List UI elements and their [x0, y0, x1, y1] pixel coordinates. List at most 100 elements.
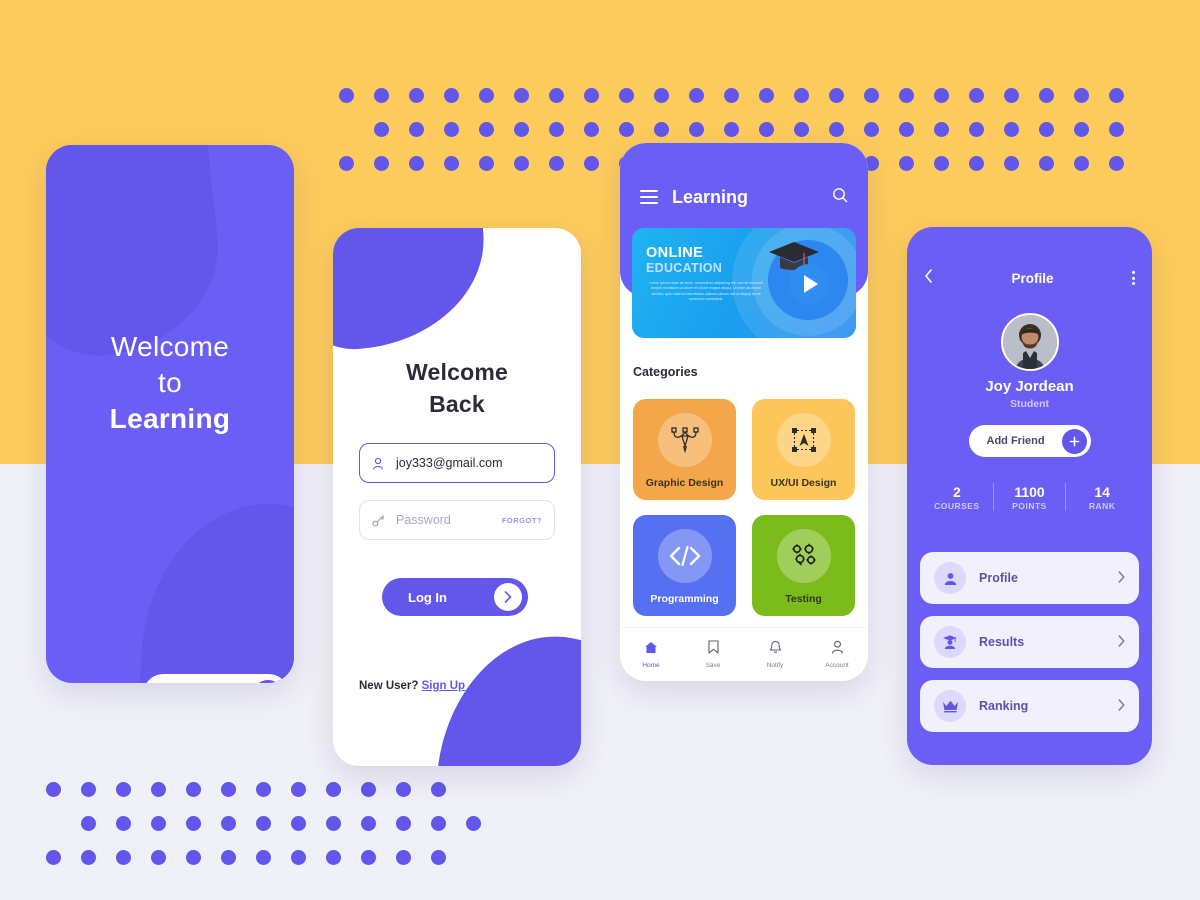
banner-title-line1: ONLINE	[646, 245, 704, 261]
pattern-dot	[934, 88, 949, 103]
menu-label: Ranking	[979, 699, 1029, 713]
pattern-dot	[969, 88, 984, 103]
menu-item-profile[interactable]: Profile	[920, 552, 1139, 604]
pattern-dot	[151, 782, 166, 797]
pattern-dot	[654, 122, 669, 137]
decorative-blob-bottom-right	[430, 625, 581, 766]
profile-stats: 2 COURSES 1100 POINTS 14 RANK	[921, 483, 1138, 511]
decorative-blob-bottom	[135, 495, 294, 683]
password-field[interactable]: Password FORGOT?	[359, 500, 555, 540]
pattern-dot	[361, 850, 376, 865]
category-label: Testing	[785, 593, 822, 605]
pattern-dot	[409, 122, 424, 137]
pattern-dot	[584, 156, 599, 171]
pattern-dot	[396, 816, 411, 831]
pattern-dot	[81, 816, 96, 831]
login-heading: Welcome Back	[333, 356, 581, 420]
code-brackets-icon	[657, 529, 712, 583]
pattern-dot	[794, 122, 809, 137]
online-education-banner[interactable]: ONLINE EDUCATION Lorem ipsum dolor sit a…	[632, 228, 856, 338]
pattern-dot	[396, 850, 411, 865]
pattern-dot	[514, 122, 529, 137]
pattern-dot	[1109, 156, 1124, 171]
nav-item-account[interactable]: Account	[814, 640, 860, 669]
pattern-dot	[689, 88, 704, 103]
pattern-dot	[256, 782, 271, 797]
categories-grid: Graphic Design UX/UI Design Programming …	[633, 399, 855, 616]
login-submit-button[interactable]: Log In	[382, 578, 528, 616]
nav-item-save[interactable]: Save	[690, 640, 736, 669]
category-tile-ux-ui-design[interactable]: UX/UI Design	[752, 399, 855, 500]
screen-profile: Profile Joy Jordean Student Add Friend 2…	[907, 227, 1152, 765]
password-placeholder: Password	[396, 513, 451, 527]
stat-rank: 14 RANK	[1066, 483, 1138, 511]
category-label: UX/UI Design	[770, 477, 837, 489]
pattern-dot	[186, 782, 201, 797]
home-icon	[644, 641, 658, 659]
avatar	[1000, 313, 1059, 371]
plus-icon	[1061, 428, 1087, 454]
pattern-dot	[326, 782, 341, 797]
pattern-dot	[221, 816, 236, 831]
pattern-dot	[291, 850, 306, 865]
welcome-line-1: Welcome	[110, 331, 230, 362]
pattern-dot	[374, 122, 389, 137]
add-friend-label: Add Friend	[986, 435, 1045, 447]
chevron-right-icon	[1118, 570, 1125, 586]
menu-label: Profile	[979, 571, 1018, 585]
pattern-dot	[291, 782, 306, 797]
pattern-dot	[339, 88, 354, 103]
pattern-dot	[619, 122, 634, 137]
category-tile-programming[interactable]: Programming	[633, 515, 736, 616]
add-friend-button[interactable]: Add Friend	[968, 425, 1091, 457]
learning-topbar: Learning	[620, 183, 868, 211]
graduate-icon	[934, 626, 966, 658]
pattern-dot	[969, 122, 984, 137]
pattern-dot	[361, 782, 376, 797]
person-icon	[831, 640, 844, 659]
sign-up-link[interactable]: Sign Up	[422, 680, 465, 692]
chevron-right-icon	[494, 583, 522, 611]
pattern-dot	[479, 156, 494, 171]
pattern-dot	[46, 850, 61, 865]
hamburger-icon[interactable]	[640, 190, 658, 204]
email-field[interactable]: joy333@gmail.com	[359, 443, 555, 483]
pattern-dot	[549, 156, 564, 171]
stat-caption: COURSES	[934, 501, 980, 511]
welcome-login-button[interactable]: Log In	[143, 674, 289, 683]
play-icon[interactable]	[789, 264, 829, 304]
pattern-dot	[1109, 88, 1124, 103]
pattern-dot	[899, 122, 914, 137]
profile-name: Joy Jordean	[985, 378, 1074, 395]
pattern-dot	[549, 122, 564, 137]
email-value: joy333@gmail.com	[396, 456, 503, 470]
banner-title-line2: EDUCATION	[646, 261, 723, 275]
profile-menu-list: Profile Results Ranking	[920, 552, 1139, 744]
dot-spacer	[339, 122, 354, 137]
category-tile-graphic-design[interactable]: Graphic Design	[633, 399, 736, 500]
dot-pattern-bottom	[46, 782, 501, 884]
pattern-dot	[151, 816, 166, 831]
nav-item-home[interactable]: Home	[628, 641, 674, 669]
pattern-dot	[1074, 88, 1089, 103]
key-icon	[372, 514, 390, 527]
category-tile-testing[interactable]: Testing	[752, 515, 855, 616]
menu-item-ranking[interactable]: Ranking	[920, 680, 1139, 732]
pattern-dot	[619, 88, 634, 103]
screen-login: Welcome Back joy333@gmail.com Password F…	[333, 228, 581, 766]
nav-label: Account	[825, 662, 849, 669]
pattern-dot	[444, 88, 459, 103]
kebab-menu-icon[interactable]	[1132, 271, 1135, 285]
chevron-right-icon	[253, 679, 283, 683]
forgot-password-link[interactable]: FORGOT?	[502, 516, 542, 525]
chevron-left-icon[interactable]	[924, 269, 933, 287]
pattern-dot	[1039, 122, 1054, 137]
menu-item-results[interactable]: Results	[920, 616, 1139, 668]
stat-courses: 2 COURSES	[921, 483, 993, 511]
screen-welcome: Welcome to Learning Log In	[46, 145, 294, 683]
search-icon[interactable]	[832, 187, 848, 208]
pattern-dot	[221, 850, 236, 865]
nav-item-notify[interactable]: Notify	[752, 640, 798, 669]
nav-label: Save	[705, 662, 721, 669]
pattern-dot	[549, 88, 564, 103]
